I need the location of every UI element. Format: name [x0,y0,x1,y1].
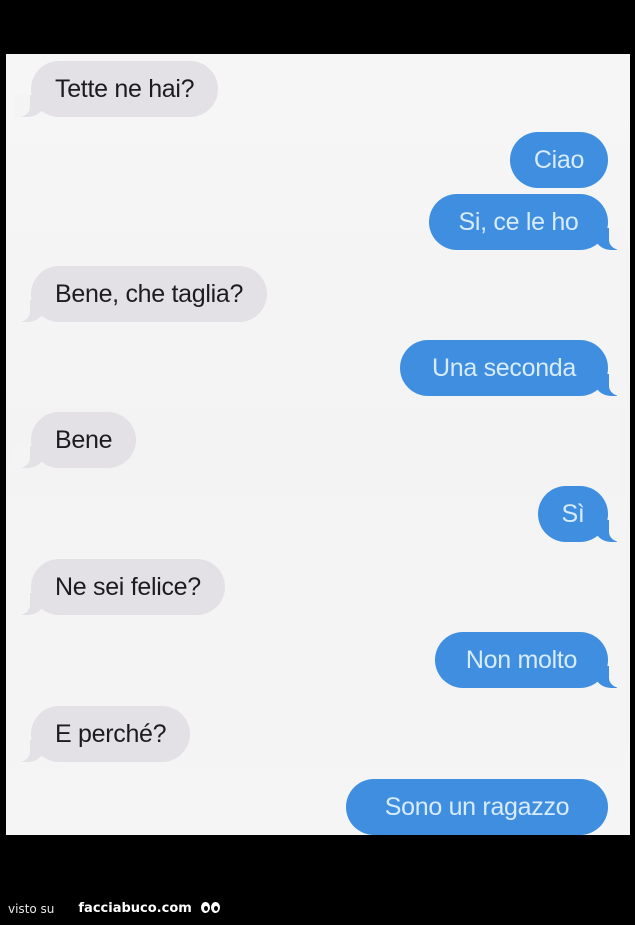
watermark-prefix: visto su [8,901,55,916]
message-outgoing: Sono un ragazzo [346,779,608,835]
message-text: Tette ne hai? [55,74,195,103]
message-outgoing: Una seconda [400,340,625,396]
message-outgoing: Sì [538,486,625,542]
message-text: Sono un ragazzo [384,792,570,821]
message-incoming: Bene [14,412,137,468]
message-incoming: E perché? [14,706,191,762]
message-text: E perché? [55,719,167,748]
message-text: Non molto [465,645,578,674]
message-text: Una seconda [431,353,577,382]
watermark: visto su facciabuco.com [8,901,222,916]
message-text: Ne sei felice? [55,572,201,601]
message-text: Sì [561,499,585,528]
message-text: Si, ce le ho [458,207,579,236]
message-incoming: Ne sei felice? [14,559,225,615]
message-outgoing: Ciao [510,132,608,188]
message-outgoing: Non molto [435,632,625,688]
message-incoming: Bene, che taglia? [14,266,268,322]
message-outgoing: Si, ce le ho [429,194,625,250]
message-text: Bene, che taglia? [55,279,244,308]
watermark-site: facciabuco.com [78,901,192,916]
eyes-icon [200,901,222,916]
message-incoming: Tette ne hai? [14,61,219,117]
message-text: Ciao [533,145,585,174]
chat-screen: Tette ne hai? Ciao Si, ce le ho Bene, ch… [6,54,630,835]
message-text: Bene [55,425,113,454]
photo-frame: Tette ne hai? Ciao Si, ce le ho Bene, ch… [0,0,635,925]
